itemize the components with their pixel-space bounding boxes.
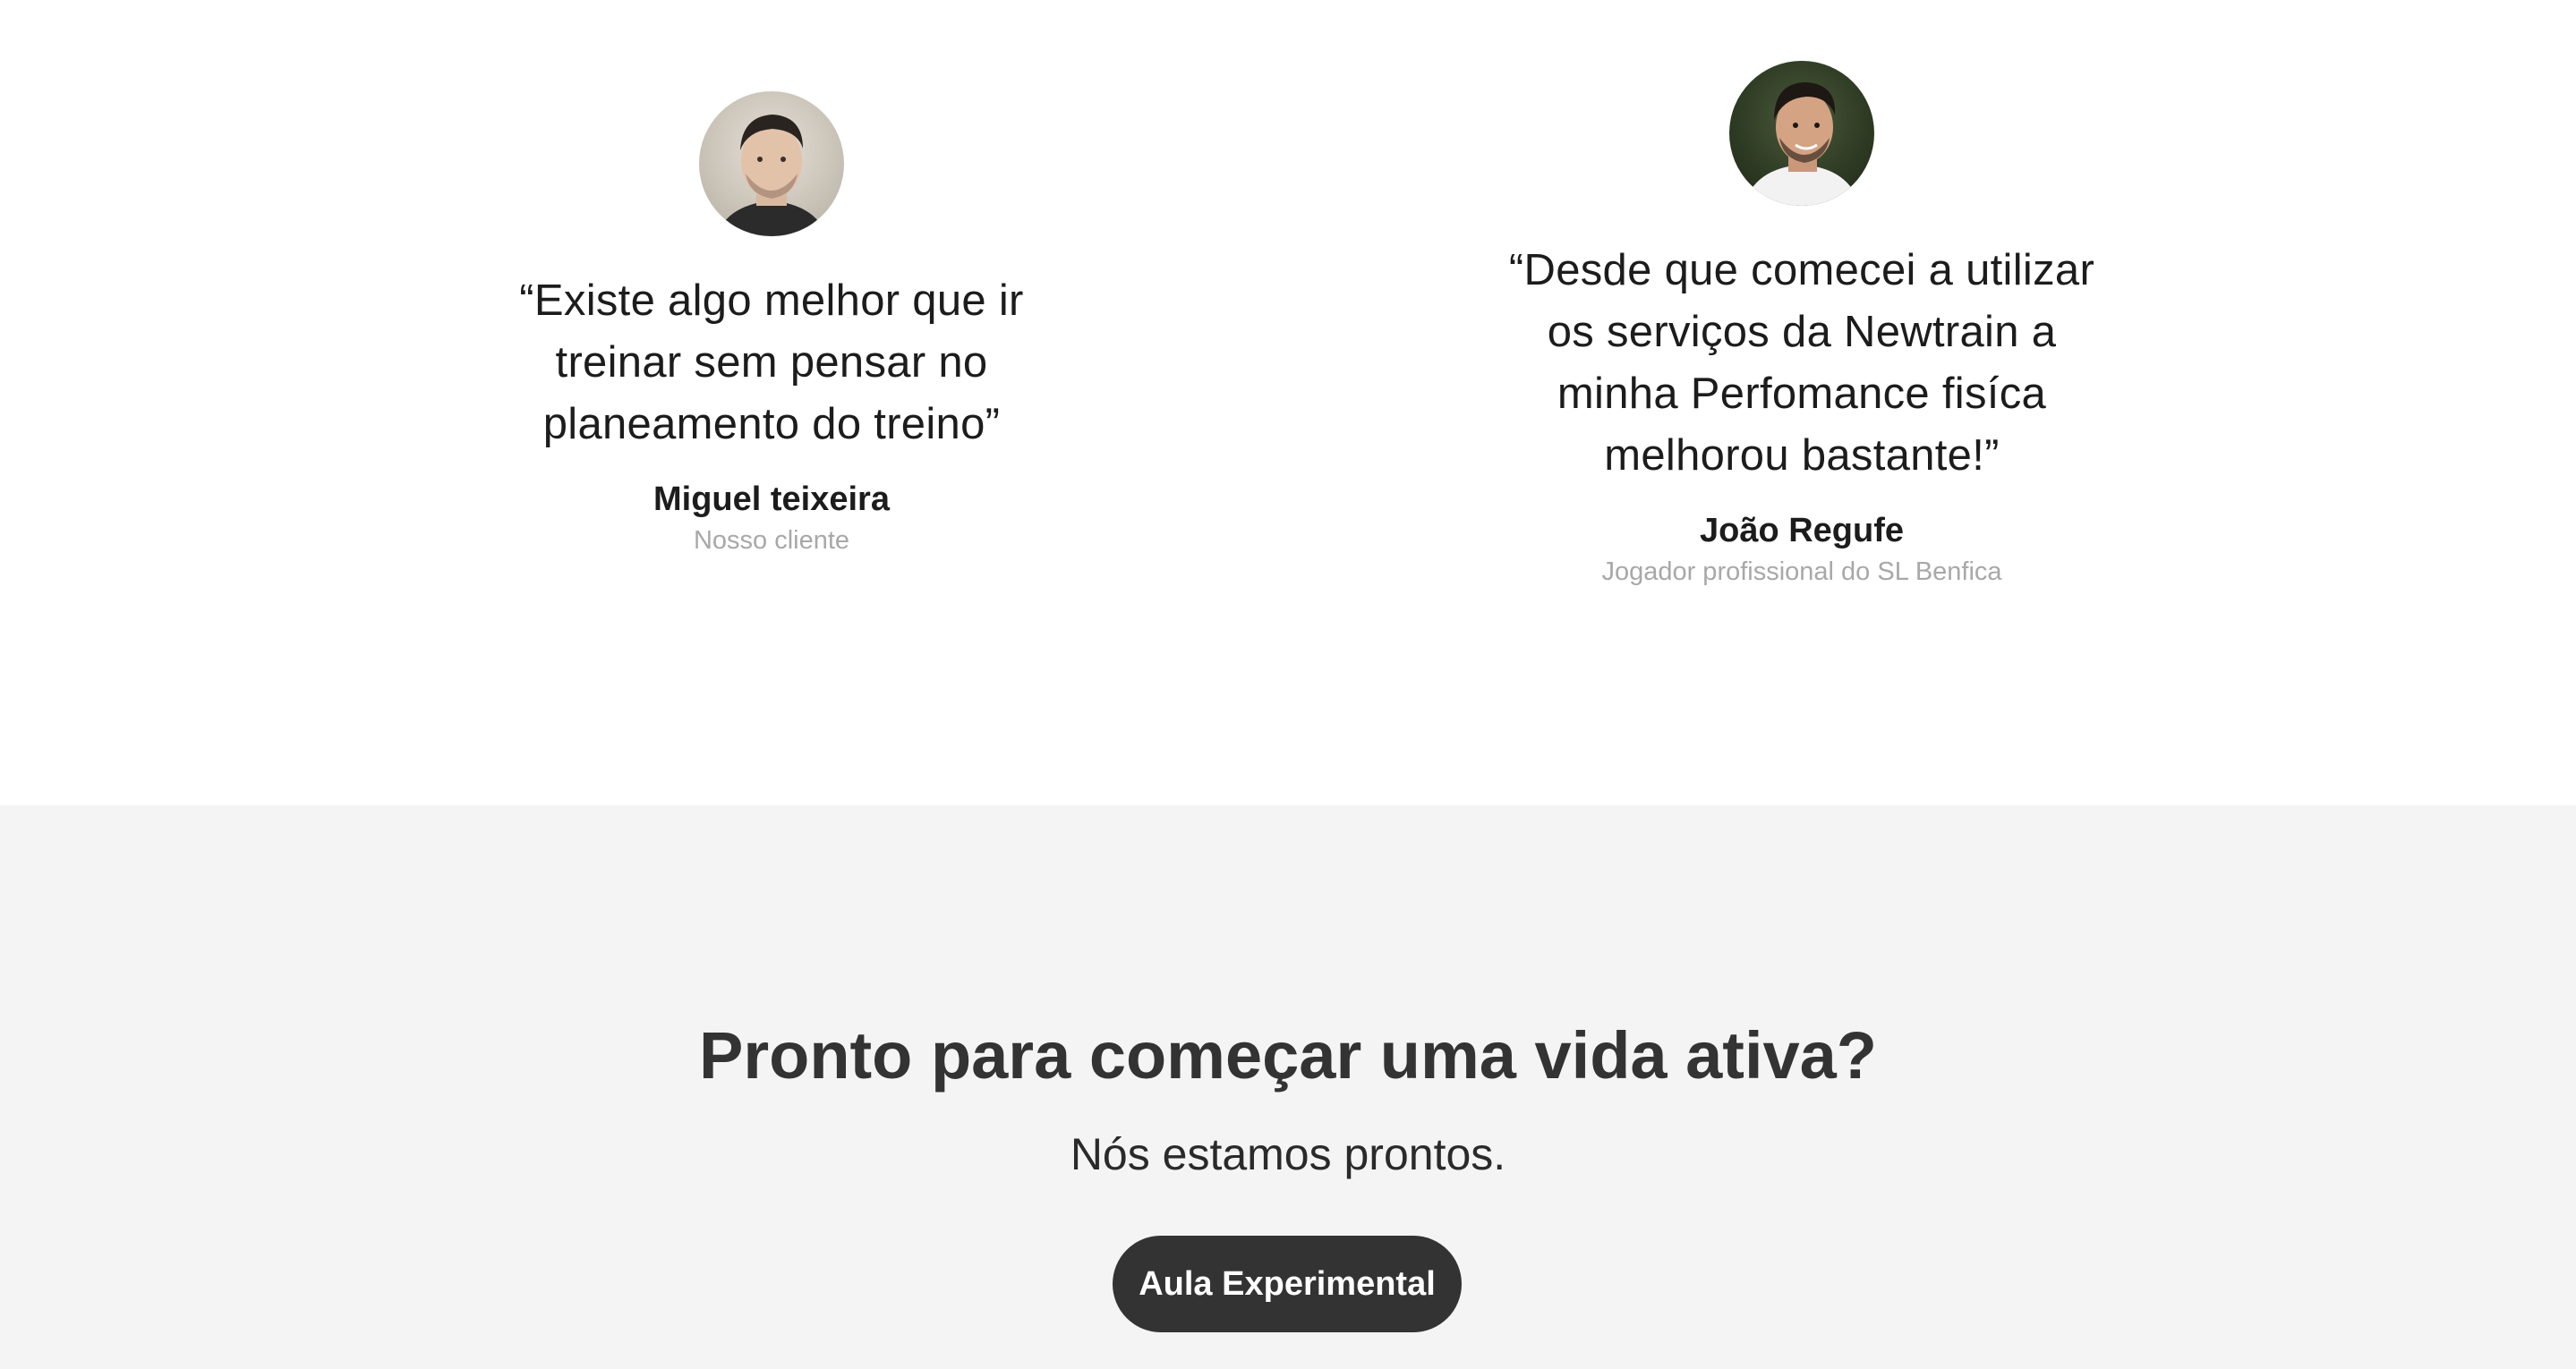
cta-section: Pronto para começar uma vida ativa? Nós … [0,805,2576,1369]
testimonial-quote: “Existe algo melhor que ir treinar sem p… [519,276,1024,448]
testimonial-author-role: Nosso cliente [693,526,850,555]
testimonial-quote: “Desde que comecei a utilizar os serviço… [1508,246,2095,480]
testimonial-card: “Desde que comecei a utilizar os serviço… [1462,61,2142,589]
cta-title: Pronto para começar uma vida ativa? [698,1018,1878,1093]
avatar [1729,61,1874,206]
page: “Existe algo melhor que ir treinar sem p… [0,0,2576,1369]
trial-class-button[interactable]: Aula Experimental [1113,1236,1462,1332]
testimonial-author-role: Jogador profissional do SL Benfica [1601,557,2002,586]
avatar [699,91,844,236]
cta-subtitle: Nós estamos prontos. [1070,1129,1506,1179]
testimonials-section: “Existe algo melhor que ir treinar sem p… [0,0,2576,805]
testimonial-card: “Existe algo melhor que ir treinar sem p… [431,91,1112,557]
testimonial-author-name: João Regufe [1699,512,1905,549]
testimonial-author-name: Miguel teixeira [653,480,890,518]
